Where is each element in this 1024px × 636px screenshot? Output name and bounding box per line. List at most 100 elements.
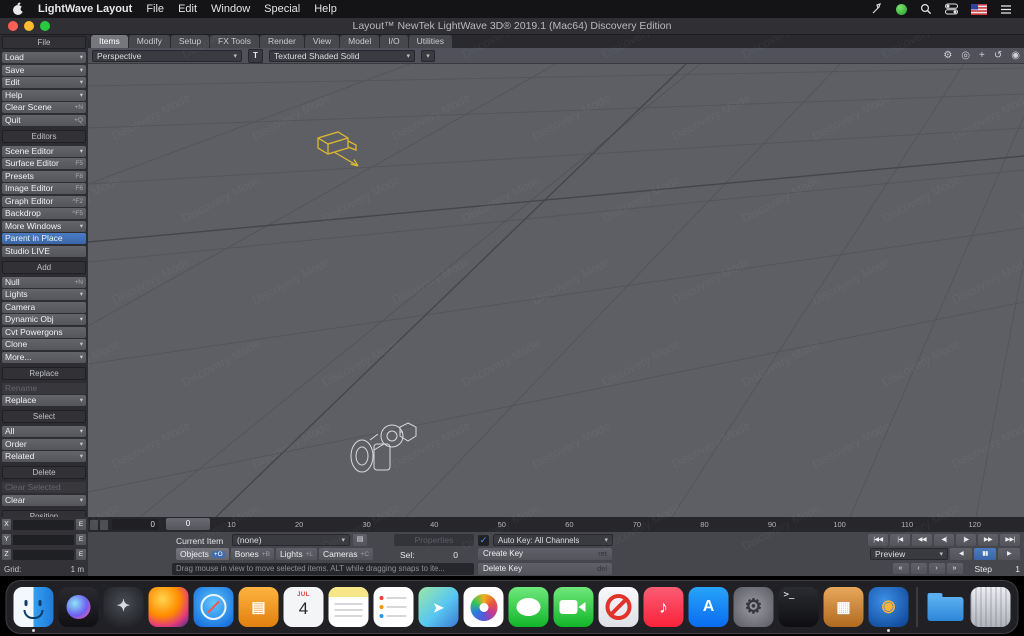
tab-items[interactable]: Items	[91, 35, 128, 48]
dock-reminders[interactable]	[373, 583, 415, 631]
sidebar-item-presets[interactable]: PresetsF8	[2, 171, 86, 182]
dock-notes[interactable]	[328, 583, 370, 631]
dock-siri[interactable]	[58, 583, 100, 631]
tab-modify[interactable]: Modify	[129, 35, 170, 48]
minimize-button[interactable]	[24, 21, 34, 31]
auto-key-checkbox[interactable]: ✓	[478, 535, 489, 546]
sidebar-item-replace[interactable]: Replace▾	[2, 395, 86, 406]
auto-key-select[interactable]: Auto Key: All Channels ▾	[493, 534, 613, 546]
tab-view[interactable]: View	[305, 35, 339, 48]
step-back-button[interactable]: ◀|	[934, 534, 954, 546]
dock-books[interactable]: ▤	[238, 583, 280, 631]
current-item-select[interactable]: (none) ▾	[232, 534, 350, 546]
dock-safari[interactable]	[193, 583, 235, 631]
sidebar-item-clear-scene[interactable]: Clear Scene+N	[2, 102, 86, 113]
preview-step-back-button[interactable]: ◀	[950, 548, 972, 560]
preview-select[interactable]: Preview ▾	[870, 548, 948, 560]
shading-mode-icon[interactable]: T	[248, 49, 263, 63]
us-flag-icon[interactable]	[971, 4, 987, 15]
green-status-icon[interactable]	[896, 4, 907, 15]
sidebar-item-help[interactable]: Help▾	[2, 90, 86, 101]
sidebar-item-camera[interactable]: Camera	[2, 302, 86, 313]
timeline-ruler[interactable]: 0 102030405060708090100110120	[164, 517, 1022, 532]
sidebar-item-scene-editor[interactable]: Scene Editor▾	[2, 146, 86, 157]
go-to-first-frame-button[interactable]: |◀◀	[868, 534, 888, 546]
dock-calendar[interactable]: JUL4	[283, 583, 325, 631]
display-options-gear-icon[interactable]: ⚙	[943, 48, 952, 64]
apple-logo-icon[interactable]	[12, 2, 24, 16]
menu-window[interactable]: Window	[211, 3, 250, 15]
dock-finder[interactable]	[13, 583, 55, 631]
tab-utilities[interactable]: Utilities	[409, 35, 452, 48]
viewport-extra-select[interactable]: ▾	[421, 50, 435, 62]
cameras-button[interactable]: Cameras+C	[319, 548, 373, 560]
rotate-view-icon[interactable]: ↺	[994, 48, 1002, 64]
dock-firefox[interactable]	[148, 583, 190, 631]
create-key-button[interactable]: Create Key ret	[478, 548, 612, 560]
envelope-button-z[interactable]: E	[76, 549, 86, 560]
dock-launchpad[interactable]: ✦	[103, 583, 145, 631]
frame-slider-handle[interactable]: 0	[166, 518, 210, 530]
timeline-option-button-1[interactable]	[90, 520, 98, 530]
sidebar-item-graph-editor[interactable]: Graph Editor^F2	[2, 196, 86, 207]
sidebar-item-null[interactable]: Null+N	[2, 277, 86, 288]
item-list-button[interactable]: ▤	[353, 534, 367, 546]
tab-fx-tools[interactable]: FX Tools	[210, 35, 259, 48]
pause-button[interactable]: ▮▮	[974, 548, 996, 560]
dock-system-preferences[interactable]: ⚙	[733, 583, 775, 631]
spotlight-icon[interactable]	[920, 3, 932, 15]
sidebar-item-quit[interactable]: Quit+Q	[2, 115, 86, 126]
sidebar-item-dynamic-obj[interactable]: Dynamic Obj▾	[2, 314, 86, 325]
sidebar-item-image-editor[interactable]: Image EditorF6	[2, 183, 86, 194]
sidebar-item-related[interactable]: Related▾	[2, 451, 86, 462]
dock-storage-box[interactable]: ▦	[823, 583, 865, 631]
dock-messages[interactable]	[508, 583, 550, 631]
lights-button[interactable]: Lights+L	[276, 548, 317, 560]
preview-step-forward-button[interactable]: ▶	[998, 548, 1020, 560]
dock-trash[interactable]	[970, 583, 1012, 631]
sidebar-item-all[interactable]: All▾	[2, 426, 86, 437]
dock-files-folder[interactable]	[925, 583, 967, 631]
tab-render[interactable]: Render	[260, 35, 304, 48]
zoom-button[interactable]	[40, 21, 50, 31]
dock-lightwave[interactable]: ◉	[868, 583, 910, 631]
tool-icon[interactable]	[871, 3, 883, 15]
play-reverse-button[interactable]: ◀◀	[912, 534, 932, 546]
sidebar-item-clone[interactable]: Clone▾	[2, 339, 86, 350]
sidebar-item-load[interactable]: Load▾	[2, 52, 86, 63]
delete-key-button[interactable]: Delete Key del	[478, 563, 612, 575]
shading-mode-select[interactable]: Textured Shaded Solid ▾	[269, 50, 415, 62]
active-app-name[interactable]: LightWave Layout	[38, 3, 132, 15]
control-center-icon[interactable]	[945, 3, 958, 15]
axis-value-field-y[interactable]	[13, 535, 74, 545]
sidebar-item-more[interactable]: More...▾	[2, 352, 86, 363]
last-key-button[interactable]: »	[947, 563, 963, 574]
start-frame-field[interactable]: 0	[112, 519, 158, 530]
tab-model[interactable]: Model	[340, 35, 379, 48]
step-forward-button[interactable]: |▶	[956, 534, 976, 546]
dock-photos[interactable]	[463, 583, 505, 631]
sidebar-item-save[interactable]: Save▾	[2, 65, 86, 76]
tab-i-o[interactable]: I/O	[380, 35, 407, 48]
prev-frame-button[interactable]: ‹	[911, 563, 927, 574]
envelope-button-y[interactable]: E	[76, 534, 86, 545]
pan-view-icon[interactable]: +	[979, 48, 985, 64]
dock-maps[interactable]: ➤	[418, 583, 460, 631]
axis-value-field-x[interactable]	[13, 520, 74, 530]
view-mode-select[interactable]: Perspective ▾	[92, 50, 242, 62]
menu-edit[interactable]: Edit	[178, 3, 197, 15]
dock-facetime[interactable]	[553, 583, 595, 631]
sidebar-item-more-windows[interactable]: More Windows▾	[2, 221, 86, 232]
next-frame-button[interactable]: ›	[929, 563, 945, 574]
sidebar-item-order[interactable]: Order▾	[2, 439, 86, 450]
tab-setup[interactable]: Setup	[171, 35, 209, 48]
play-forward-button[interactable]: ▶▶	[978, 534, 998, 546]
dock-music[interactable]: ♪	[643, 583, 685, 631]
first-key-button[interactable]: «	[893, 563, 909, 574]
timeline-option-button-2[interactable]	[100, 520, 108, 530]
title-bar[interactable]: Layout™ NewTek LightWave 3D® 2019.1 (Mac…	[0, 18, 1024, 35]
envelope-button-x[interactable]: E	[76, 519, 86, 530]
sidebar-item-backdrop[interactable]: Backdrop^F5	[2, 208, 86, 219]
objects-button[interactable]: Objects+O	[176, 548, 229, 560]
sidebar-item-lights[interactable]: Lights▾	[2, 289, 86, 300]
